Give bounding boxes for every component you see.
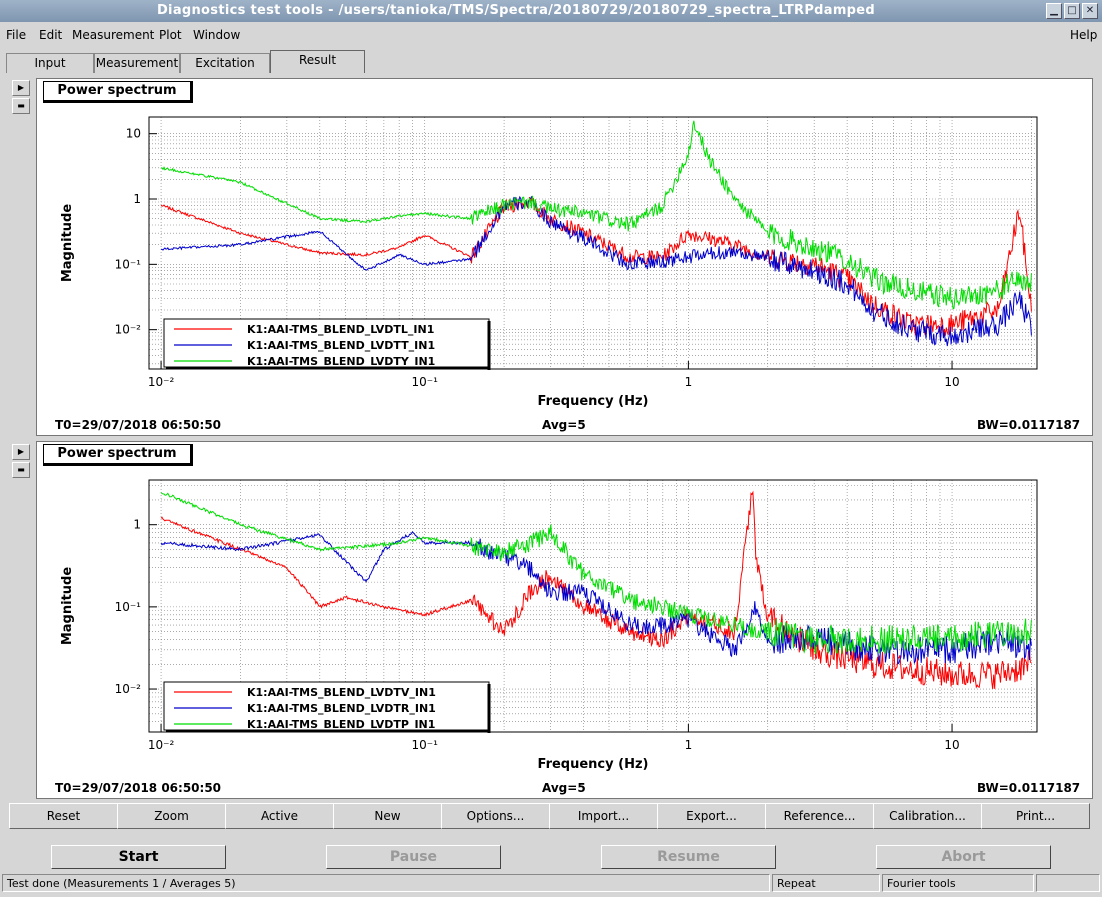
status-message: Test done (Measurements 1 / Averages 5) xyxy=(2,874,770,892)
menu-help[interactable]: Help xyxy=(1070,28,1097,42)
zoom-button[interactable]: Zoom xyxy=(117,803,226,829)
x-tick-label: 10⁻² xyxy=(148,375,175,389)
reference-button[interactable]: Reference... xyxy=(765,803,874,829)
pause-button[interactable]: Pause xyxy=(326,845,501,869)
x-tick-label: 10⁻¹ xyxy=(412,738,439,752)
y-tick-label: 10⁻¹ xyxy=(115,257,142,271)
window-title: Diagnostics test tools - /users/tanioka/… xyxy=(156,3,876,18)
x-tick-label: 10⁻² xyxy=(148,738,175,752)
start-button[interactable]: Start xyxy=(51,845,226,869)
import-button[interactable]: Import... xyxy=(549,803,658,829)
x-tick-label: 1 xyxy=(685,375,693,389)
plot-panel-2: Power spectrum 10⁻² 10⁻¹ 1 10 10⁻² 10⁻¹ 1 Frequ… xyxy=(36,441,1093,799)
series-line-3 xyxy=(160,492,1032,655)
collapse-panel-1-icon[interactable]: ▬ xyxy=(12,98,30,114)
x-tick-label: 10 xyxy=(944,375,959,389)
status-tool: Fourier tools xyxy=(882,874,1034,892)
status-mode: Repeat xyxy=(772,874,880,892)
t0-label: T0=29/07/2018 06:50:50 xyxy=(55,418,222,432)
calibration-button[interactable]: Calibration... xyxy=(873,803,982,829)
avg-label: Avg=5 xyxy=(542,781,586,795)
print-button[interactable]: Print... xyxy=(981,803,1090,829)
menu-plot[interactable]: Plot xyxy=(159,28,182,42)
y-tick-label: 10⁻² xyxy=(115,323,142,337)
legend-entry: K1:AAI-TMS_BLEND_LVDTY_IN1 xyxy=(247,355,435,368)
menu-window[interactable]: Window xyxy=(193,28,240,42)
status-extra xyxy=(1036,874,1100,892)
y-tick-label: 10 xyxy=(126,127,141,141)
x-axis-label: Frequency (Hz) xyxy=(538,757,649,772)
tab-input[interactable]: Input xyxy=(6,53,94,73)
legend-entry: K1:AAI-TMS_BLEND_LVDTP_IN1 xyxy=(247,718,435,731)
expand-panel-2-icon[interactable]: ▶ xyxy=(12,444,30,460)
maximize-icon[interactable]: □ xyxy=(1064,3,1080,19)
t0-label: T0=29/07/2018 06:50:50 xyxy=(55,781,222,795)
avg-label: Avg=5 xyxy=(542,418,586,432)
active-button[interactable]: Active xyxy=(225,803,334,829)
series-line-2 xyxy=(160,531,1032,665)
series-line-1 xyxy=(160,490,1032,689)
tab-excitation[interactable]: Excitation xyxy=(180,53,270,73)
menu-edit[interactable]: Edit xyxy=(39,28,62,42)
new-button[interactable]: New xyxy=(333,803,442,829)
legend-entry: K1:AAI-TMS_BLEND_LVDTT_IN1 xyxy=(247,339,435,352)
menu-measurement[interactable]: Measurement xyxy=(72,28,154,42)
close-icon[interactable]: ✕ xyxy=(1082,3,1098,19)
series-line-1 xyxy=(160,197,1032,337)
x-tick-label: 10 xyxy=(944,738,959,752)
options-button[interactable]: Options... xyxy=(441,803,550,829)
tab-measurement[interactable]: Measurement xyxy=(94,53,180,73)
series-line-3 xyxy=(160,120,1032,310)
y-axis-label: Magnitude xyxy=(60,204,75,283)
x-axis-label: Frequency (Hz) xyxy=(538,394,649,409)
plot-panel-1: Power spectrum 10⁻² 10⁻¹ 1 10 10⁻² 10⁻¹ 1 10 Fre… xyxy=(36,78,1093,436)
y-tick-label: 1 xyxy=(133,518,141,532)
legend-entry: K1:AAI-TMS_BLEND_LVDTV_IN1 xyxy=(247,686,436,699)
menu-file[interactable]: File xyxy=(6,28,26,42)
legend: K1:AAI-TMS_BLEND_LVDTV_IN1 K1:AAI-TMS_BLE… xyxy=(163,681,491,733)
legend-entry: K1:AAI-TMS_BLEND_LVDTR_IN1 xyxy=(247,702,436,715)
resume-button[interactable]: Resume xyxy=(601,845,776,869)
expand-panel-1-icon[interactable]: ▶ xyxy=(12,80,30,96)
collapse-panel-2-icon[interactable]: ▬ xyxy=(12,462,30,478)
power-spectrum-chart-1[interactable]: 10⁻² 10⁻¹ 1 10 10⁻² 10⁻¹ 1 10 Frequency (Hz) Magn… xyxy=(37,79,1092,409)
title-bar: Diagnostics test tools - /users/tanioka/… xyxy=(0,0,1102,22)
tab-bar: Input Measurement Excitation Result xyxy=(0,50,1102,74)
legend: K1:AAI-TMS_BLEND_LVDTL_IN1 K1:AAI-TMS_BLE… xyxy=(163,318,491,370)
legend-entry: K1:AAI-TMS_BLEND_LVDTL_IN1 xyxy=(247,323,434,336)
y-tick-label: 10⁻² xyxy=(115,682,142,696)
minimize-icon[interactable]: ▁ xyxy=(1046,3,1062,19)
y-tick-label: 1 xyxy=(133,192,141,206)
x-tick-label: 10⁻¹ xyxy=(412,375,439,389)
tab-result[interactable]: Result xyxy=(270,50,365,73)
power-spectrum-chart-2[interactable]: 10⁻² 10⁻¹ 1 10 10⁻² 10⁻¹ 1 Frequency (Hz) Magnit… xyxy=(37,442,1092,772)
menu-bar: File Edit Measurement Plot Window Help xyxy=(0,24,1102,46)
y-tick-label: 10⁻¹ xyxy=(115,600,142,614)
reset-button[interactable]: Reset xyxy=(9,803,118,829)
x-tick-label: 1 xyxy=(685,738,693,752)
export-button[interactable]: Export... xyxy=(657,803,766,829)
abort-button[interactable]: Abort xyxy=(876,845,1051,869)
y-axis-label: Magnitude xyxy=(60,567,75,646)
bw-label: BW=0.0117187 xyxy=(977,781,1081,795)
bw-label: BW=0.0117187 xyxy=(977,418,1081,432)
